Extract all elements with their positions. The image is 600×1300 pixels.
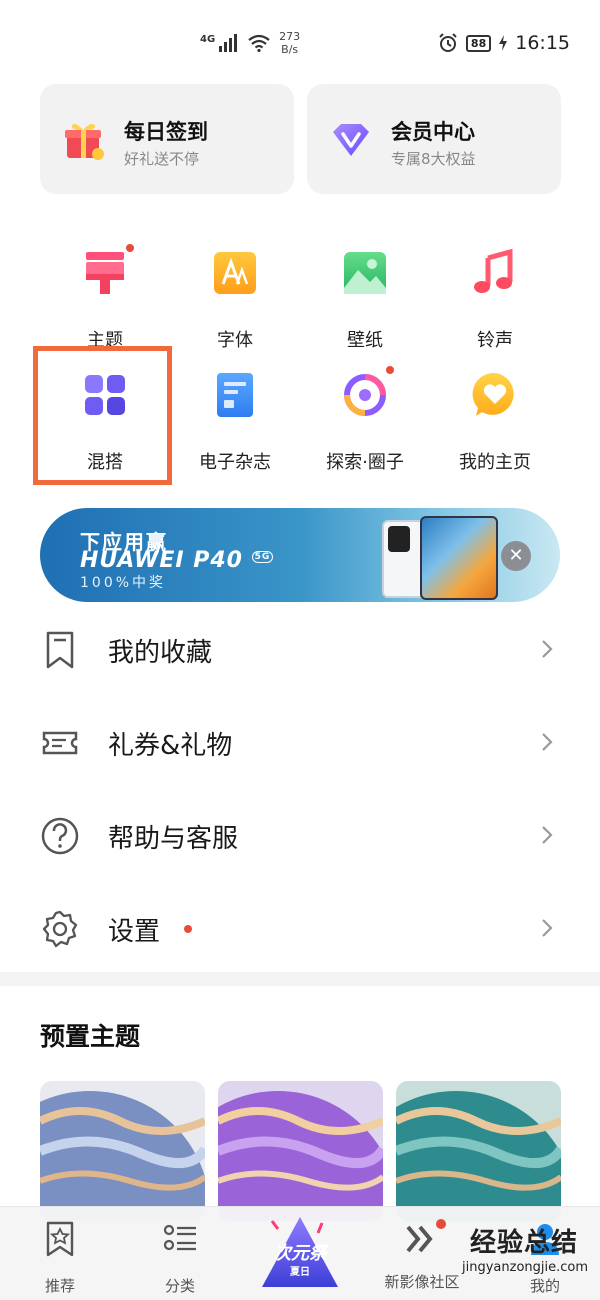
banner-line-3: 100%中奖: [80, 575, 167, 591]
preset-theme-thumbnail[interactable]: [40, 1081, 205, 1221]
vip-center-card[interactable]: 会员中心 专属8大权益: [307, 84, 561, 194]
grid-item-wallpaper[interactable]: 壁纸: [300, 248, 430, 352]
theme-badge-dot: [126, 244, 134, 252]
theme-preview-image: [396, 1081, 561, 1221]
promo-banner[interactable]: 下应用赢 HUAWEI P40 5G 100%中奖 ✕: [40, 508, 560, 602]
heart-bubble-icon: [470, 370, 520, 420]
grid-label-ringtone: 铃声: [477, 330, 513, 351]
nav-tab-recommend[interactable]: 推荐: [15, 1221, 105, 1296]
help-icon: [41, 817, 79, 855]
preset-theme-thumbnail[interactable]: [396, 1081, 561, 1221]
grid-label-wallpaper: 壁纸: [347, 330, 383, 351]
network-speed: 273 B/s: [279, 30, 300, 56]
category-list-icon: [163, 1224, 196, 1251]
menu-item-favorites[interactable]: 我的收藏: [0, 604, 600, 696]
settings-badge-dot: [184, 925, 192, 933]
vip-center-title: 会员中心: [391, 120, 475, 144]
menu-item-settings[interactable]: 设置: [0, 883, 600, 975]
grid-item-magazine[interactable]: 电子杂志: [170, 370, 300, 474]
status-bar: 4G 273 B/s 88 16:15: [0, 0, 600, 80]
banner-5g-badge: 5G: [251, 550, 274, 563]
grid-item-explore[interactable]: 探索·圈子: [300, 366, 430, 474]
vip-center-subtitle: 专属8大权益: [391, 150, 476, 168]
menu-label-help: 帮助与客服: [108, 824, 239, 854]
watermark-url: jingyanzongjie.com: [462, 1260, 589, 1275]
nav-tab-community[interactable]: 新影像社区: [372, 1219, 472, 1292]
vip-diamond-icon: [333, 124, 369, 156]
banner-line-2: HUAWEI P40 5G: [80, 548, 274, 573]
explore-badge-dot: [386, 366, 394, 374]
menu-label-favorites: 我的收藏: [108, 638, 213, 668]
music-note-icon: [470, 248, 520, 298]
festival-logo-text: 次元祭: [273, 1243, 330, 1264]
network-type: 4G: [200, 33, 216, 45]
font-icon: [210, 248, 260, 298]
gift-icon: [65, 123, 104, 160]
menu-item-help[interactable]: 帮助与客服: [0, 790, 600, 882]
signal-icon: [219, 34, 238, 52]
watermark: 经验总结 jingyanzongjie.com: [462, 1218, 600, 1300]
bookmark-icon: [46, 631, 74, 669]
gear-icon: [42, 910, 78, 948]
festival-logo-icon: 次元祭 夏日: [262, 1217, 338, 1287]
nav-label-recommend: 推荐: [44, 1277, 75, 1295]
menu-label-settings: 设置: [108, 917, 161, 947]
clock: 16:15: [515, 32, 570, 54]
grid-item-ringtone[interactable]: 铃声: [430, 248, 560, 352]
nav-label-community: 新影像社区: [384, 1273, 460, 1291]
ticket-icon: [42, 731, 78, 755]
grid-label-my-home: 我的主页: [459, 452, 531, 473]
wallpaper-icon: [340, 248, 390, 298]
star-bookmark-icon: [46, 1221, 74, 1257]
chevron-right-icon: [542, 826, 553, 844]
double-chevron-icon: [404, 1219, 446, 1257]
menu-item-coupons[interactable]: 礼券&礼物: [0, 697, 600, 789]
grid-item-my-home[interactable]: 我的主页: [430, 370, 560, 474]
alarm-icon: [439, 33, 457, 52]
preset-themes-title: 预置主题: [40, 1022, 141, 1051]
paint-brush-icon: [80, 244, 134, 298]
festival-logo-sub: 夏日: [289, 1266, 310, 1278]
chevron-right-icon: [542, 733, 553, 751]
nav-tab-festival[interactable]: 次元祭 夏日: [252, 1211, 348, 1295]
grid-label-font: 字体: [217, 330, 253, 351]
community-badge-dot: [436, 1219, 446, 1229]
nav-tab-category[interactable]: 分类: [135, 1221, 225, 1296]
daily-sign-title: 每日签到: [124, 120, 208, 144]
highlight-box: [33, 346, 172, 485]
explore-ring-icon: [340, 366, 394, 420]
banner-close-button[interactable]: ✕: [501, 541, 531, 571]
section-divider: [0, 972, 600, 986]
theme-preview-image: [218, 1081, 383, 1221]
nav-label-category: 分类: [164, 1277, 195, 1295]
speed-value: 273: [279, 30, 301, 43]
speed-unit: B/s: [281, 43, 299, 56]
charging-icon: [499, 35, 508, 51]
preset-theme-thumbnail[interactable]: [218, 1081, 383, 1221]
phone-front-image: [420, 516, 498, 600]
watermark-text: 经验总结: [470, 1228, 579, 1258]
grid-label-explore: 探索·圈子: [326, 452, 404, 473]
status-right: 88 16:15: [438, 32, 570, 54]
chevron-right-icon: [542, 640, 553, 658]
menu-label-coupons: 礼券&礼物: [108, 731, 233, 761]
grid-label-magazine: 电子杂志: [199, 452, 271, 473]
chevron-right-icon: [542, 919, 553, 937]
magazine-icon: [210, 370, 260, 420]
theme-preview-image: [40, 1081, 205, 1221]
grid-item-font[interactable]: 字体: [170, 248, 300, 352]
daily-sign-subtitle: 好礼送不停: [124, 150, 200, 168]
wifi-icon: [248, 34, 270, 52]
battery-icon: 88: [465, 34, 492, 52]
network-status: 4G 273 B/s: [200, 30, 300, 56]
grid-item-theme[interactable]: 主题: [40, 244, 170, 352]
daily-sign-card[interactable]: 每日签到 好礼送不停: [40, 84, 294, 194]
banner-product-name: HUAWEI P40: [80, 548, 243, 573]
